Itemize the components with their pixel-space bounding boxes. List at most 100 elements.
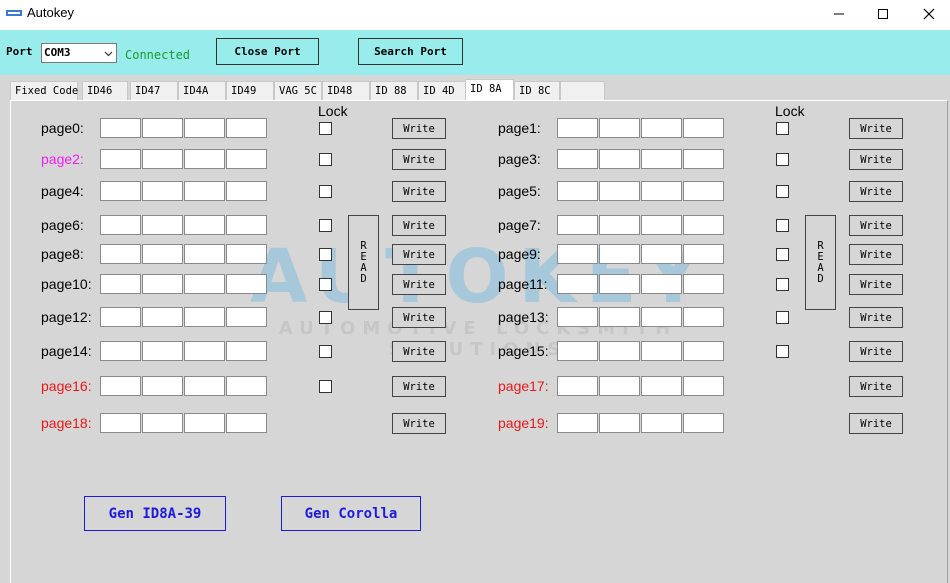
tab-id49[interactable]: ID49 xyxy=(226,81,274,100)
page-byte-input[interactable] xyxy=(557,307,598,327)
page-byte-input[interactable] xyxy=(683,244,724,264)
page-byte-input[interactable] xyxy=(599,118,640,138)
page-byte-input[interactable] xyxy=(599,149,640,169)
search-port-button[interactable]: Search Port xyxy=(358,38,463,65)
read-button-left[interactable]: R E A D xyxy=(348,215,379,310)
page-byte-input[interactable] xyxy=(184,149,225,169)
tab-vag-5c[interactable]: VAG 5C xyxy=(274,81,322,100)
page-byte-input[interactable] xyxy=(142,376,183,396)
page-byte-input[interactable] xyxy=(142,413,183,433)
close-port-button[interactable]: Close Port xyxy=(216,38,319,65)
page-byte-input[interactable] xyxy=(142,149,183,169)
close-button[interactable] xyxy=(906,0,950,28)
page-byte-input[interactable] xyxy=(100,149,141,169)
lock-checkbox[interactable] xyxy=(776,122,789,135)
page-byte-input[interactable] xyxy=(100,341,141,361)
maximize-button[interactable] xyxy=(860,0,906,28)
write-button[interactable]: Write xyxy=(849,341,903,362)
write-button[interactable]: Write xyxy=(392,274,446,295)
lock-checkbox[interactable] xyxy=(319,278,332,291)
page-byte-input[interactable] xyxy=(226,376,267,396)
page-byte-input[interactable] xyxy=(683,341,724,361)
lock-checkbox[interactable] xyxy=(776,345,789,358)
lock-checkbox[interactable] xyxy=(319,380,332,393)
port-dropdown[interactable]: COM3 xyxy=(41,43,117,63)
tab-id88[interactable]: ID 88 xyxy=(370,81,418,100)
page-byte-input[interactable] xyxy=(184,413,225,433)
tab-id48[interactable]: ID48 xyxy=(322,81,370,100)
page-byte-input[interactable] xyxy=(557,118,598,138)
page-byte-input[interactable] xyxy=(100,244,141,264)
page-byte-input[interactable] xyxy=(599,307,640,327)
page-byte-input[interactable] xyxy=(184,244,225,264)
page-byte-input[interactable] xyxy=(100,118,141,138)
lock-checkbox[interactable] xyxy=(319,122,332,135)
page-byte-input[interactable] xyxy=(641,244,682,264)
lock-checkbox[interactable] xyxy=(319,185,332,198)
page-byte-input[interactable] xyxy=(599,413,640,433)
write-button[interactable]: Write xyxy=(392,341,446,362)
write-button[interactable]: Write xyxy=(392,307,446,328)
page-byte-input[interactable] xyxy=(557,149,598,169)
page-byte-input[interactable] xyxy=(226,413,267,433)
tab-id4d[interactable]: ID 4D xyxy=(418,81,466,100)
write-button[interactable]: Write xyxy=(849,215,903,236)
page-byte-input[interactable] xyxy=(641,307,682,327)
page-byte-input[interactable] xyxy=(599,181,640,201)
page-byte-input[interactable] xyxy=(142,341,183,361)
write-button[interactable]: Write xyxy=(849,376,903,397)
page-byte-input[interactable] xyxy=(683,413,724,433)
page-byte-input[interactable] xyxy=(184,181,225,201)
page-byte-input[interactable] xyxy=(142,307,183,327)
page-byte-input[interactable] xyxy=(557,341,598,361)
write-button[interactable]: Write xyxy=(392,149,446,170)
read-button-right[interactable]: R E A D xyxy=(805,215,836,310)
lock-checkbox[interactable] xyxy=(319,248,332,261)
page-byte-input[interactable] xyxy=(683,307,724,327)
page-byte-input[interactable] xyxy=(641,118,682,138)
page-byte-input[interactable] xyxy=(226,181,267,201)
tab-id46[interactable]: ID46 xyxy=(82,81,128,100)
page-byte-input[interactable] xyxy=(641,274,682,294)
write-button[interactable]: Write xyxy=(392,376,446,397)
page-byte-input[interactable] xyxy=(683,376,724,396)
page-byte-input[interactable] xyxy=(184,118,225,138)
page-byte-input[interactable] xyxy=(184,307,225,327)
lock-checkbox[interactable] xyxy=(319,311,332,324)
page-byte-input[interactable] xyxy=(142,118,183,138)
page-byte-input[interactable] xyxy=(142,274,183,294)
lock-checkbox[interactable] xyxy=(776,185,789,198)
gen-id8a-button[interactable]: Gen ID8A-39 xyxy=(84,496,226,531)
page-byte-input[interactable] xyxy=(599,341,640,361)
page-byte-input[interactable] xyxy=(557,274,598,294)
write-button[interactable]: Write xyxy=(849,307,903,328)
write-button[interactable]: Write xyxy=(392,118,446,139)
page-byte-input[interactable] xyxy=(641,181,682,201)
page-byte-input[interactable] xyxy=(226,244,267,264)
page-byte-input[interactable] xyxy=(226,149,267,169)
page-byte-input[interactable] xyxy=(557,215,598,235)
page-byte-input[interactable] xyxy=(641,215,682,235)
write-button[interactable]: Write xyxy=(849,244,903,265)
page-byte-input[interactable] xyxy=(599,244,640,264)
page-byte-input[interactable] xyxy=(641,341,682,361)
page-byte-input[interactable] xyxy=(142,215,183,235)
lock-checkbox[interactable] xyxy=(319,219,332,232)
write-button[interactable]: Write xyxy=(392,215,446,236)
page-byte-input[interactable] xyxy=(557,413,598,433)
page-byte-input[interactable] xyxy=(142,181,183,201)
page-byte-input[interactable] xyxy=(100,307,141,327)
page-byte-input[interactable] xyxy=(683,274,724,294)
tab-id8a[interactable]: ID 8A xyxy=(465,79,514,100)
page-byte-input[interactable] xyxy=(226,118,267,138)
page-byte-input[interactable] xyxy=(184,376,225,396)
page-byte-input[interactable] xyxy=(100,181,141,201)
page-byte-input[interactable] xyxy=(557,244,598,264)
page-byte-input[interactable] xyxy=(184,215,225,235)
page-byte-input[interactable] xyxy=(641,149,682,169)
lock-checkbox[interactable] xyxy=(319,153,332,166)
tab-id47[interactable]: ID47 xyxy=(130,81,178,100)
page-byte-input[interactable] xyxy=(557,376,598,396)
page-byte-input[interactable] xyxy=(683,149,724,169)
lock-checkbox[interactable] xyxy=(776,278,789,291)
